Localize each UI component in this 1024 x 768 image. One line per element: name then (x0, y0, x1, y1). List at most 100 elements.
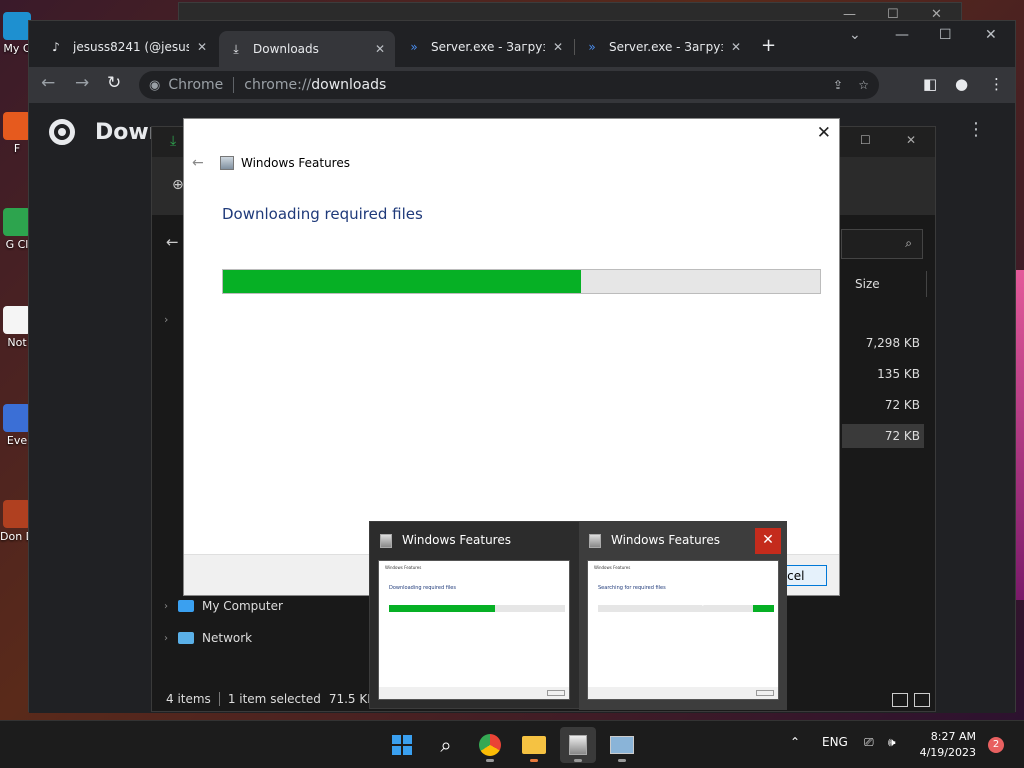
thumbnail-preview: Windows Features Searching for required … (587, 560, 779, 700)
downloads-menu-icon[interactable]: ⋮ (967, 119, 985, 140)
column-header-size[interactable]: Size (847, 271, 927, 297)
nav-label: Network (202, 631, 253, 645)
preview-progress-bar (389, 605, 565, 612)
windows-taskbar: ⌕ ⌃ ENG ⎚ 🕪 8:27 AM 4/19/2023 2 (0, 720, 1024, 768)
file-size-cell: 135 KB (877, 367, 920, 381)
details-view-icon[interactable] (892, 693, 908, 707)
minimize-icon[interactable]: — (895, 27, 909, 43)
thumbnail-close-button[interactable]: ✕ (755, 528, 781, 554)
close-icon[interactable]: ✕ (985, 27, 997, 43)
windows-logo-icon (392, 735, 412, 755)
nav-item-network[interactable]: › Network (164, 631, 252, 645)
search-button[interactable]: ⌕ (428, 727, 464, 763)
explorer-search-box[interactable]: ⌕ (841, 229, 923, 259)
app-shortcut-icon (3, 112, 31, 140)
chevron-right-icon[interactable]: › (164, 313, 168, 326)
folder-icon (522, 736, 546, 754)
maximize-icon[interactable]: ☐ (939, 27, 952, 43)
progress-fill (223, 270, 582, 293)
address-bar[interactable]: ◉ Chrome chrome:// downloads ⇪ ☆ (139, 71, 879, 99)
tab-close-icon[interactable]: ✕ (197, 40, 207, 54)
tab-close-icon[interactable]: ✕ (553, 40, 563, 54)
dialog-heading: Downloading required files (222, 205, 423, 223)
windows-features-icon (569, 735, 587, 755)
thumbnail-windows-features-2[interactable]: Windows Features ✕ Windows Features Sear… (579, 522, 787, 710)
downloads-header: Down (49, 119, 164, 145)
tab-search-icon[interactable]: ⌄ (849, 27, 861, 43)
search-icon: ⌕ (440, 733, 452, 757)
preview-progress-fill (389, 605, 495, 612)
tab-tiktok[interactable]: ♪ jesuss8241 (@jesuss8 ✕ (39, 33, 217, 61)
volume-icon[interactable]: 🕪 (888, 735, 896, 750)
language-indicator[interactable]: ENG (822, 735, 848, 749)
thumbnail-windows-features-1[interactable]: Windows Features Windows Features Downlo… (370, 522, 578, 710)
back-icon[interactable]: ← (41, 73, 55, 93)
url-path: downloads (311, 77, 387, 93)
taskbar-file-explorer[interactable] (516, 727, 552, 763)
tab-downloads[interactable]: ⤓ Downloads ✕ (219, 31, 395, 67)
back-arrow-icon[interactable]: ← (192, 155, 204, 171)
tab-label: Server.exe - Загрузит (609, 40, 723, 54)
tab-server-exe-2[interactable]: » Server.exe - Загрузит ✕ (575, 33, 751, 61)
site-label: Chrome (168, 77, 224, 93)
chevron-right-icon[interactable]: › (164, 633, 168, 644)
taskbar-windows-features[interactable] (560, 727, 596, 763)
preview-heading: Searching for required files (598, 585, 666, 591)
start-button[interactable] (384, 727, 420, 763)
browser-toolbar: ← → ↻ ◉ Chrome chrome:// downloads ⇪ ☆ ◧… (29, 67, 1015, 103)
share-icon[interactable]: ⇪ (833, 78, 843, 92)
network-icon (178, 632, 194, 644)
new-item-icon[interactable]: ⊕ (172, 177, 184, 193)
app-shortcut-icon (3, 404, 31, 432)
computer-icon (178, 600, 194, 612)
nav-label: My Computer (202, 599, 283, 613)
running-indicator (530, 759, 538, 762)
system-clock[interactable]: 8:27 AM 4/19/2023 (920, 729, 976, 761)
tab-close-icon[interactable]: ✕ (731, 40, 741, 54)
download-folder-icon: ⤓ (170, 133, 177, 149)
new-tab-button[interactable]: + (761, 35, 776, 56)
taskbar-resource-monitor[interactable] (604, 727, 640, 763)
clock-date: 4/19/2023 (919, 746, 976, 759)
file-size-cell-selected[interactable]: 72 KB (842, 424, 924, 448)
close-icon[interactable]: ✕ (906, 133, 916, 147)
preview-footer (379, 687, 569, 699)
menu-kebab-icon[interactable]: ⋮ (989, 75, 1004, 93)
thumbnail-title: Windows Features (402, 533, 511, 547)
url-scheme: chrome:// (244, 77, 312, 93)
status-divider (218, 692, 220, 706)
tab-label: jesuss8241 (@jesuss8 (73, 40, 189, 54)
back-icon[interactable]: ← (166, 233, 179, 251)
tiles-view-icon[interactable] (914, 693, 930, 707)
preview-cancel-button (756, 690, 774, 696)
side-panel-icon[interactable]: ◧ (923, 75, 937, 93)
notification-badge[interactable]: 2 (988, 737, 1004, 753)
tab-label: Server.exe - Загрузит (431, 40, 545, 54)
tab-server-exe-1[interactable]: » Server.exe - Загрузит ✕ (397, 33, 573, 61)
chrome-site-icon: ◉ (149, 77, 161, 93)
dialog-title: Windows Features (241, 156, 350, 170)
close-icon[interactable]: ✕ (817, 123, 831, 143)
running-indicator (486, 759, 494, 762)
maximize-icon[interactable]: ☐ (860, 133, 871, 147)
taskbar-chrome[interactable] (472, 727, 508, 763)
tiktok-icon: ♪ (52, 40, 60, 54)
reload-icon[interactable]: ↻ (107, 73, 121, 93)
app-shortcut-icon (3, 306, 31, 334)
file-size-cell: 72 KB (884, 398, 920, 412)
chrome-icon (479, 734, 501, 756)
chevron-logo-icon: » (588, 40, 596, 54)
bookmark-star-icon[interactable]: ☆ (858, 78, 869, 92)
tab-close-icon[interactable]: ✕ (375, 42, 385, 56)
chevron-right-icon[interactable]: › (164, 601, 168, 612)
forward-icon[interactable]: → (75, 73, 89, 93)
network-tray-icon[interactable]: ⎚ (864, 735, 874, 750)
app-shortcut-icon (3, 500, 31, 528)
nav-item-my-computer[interactable]: › My Computer (164, 599, 283, 613)
tray-chevron-up-icon[interactable]: ⌃ (790, 735, 800, 749)
profile-icon[interactable]: ● (955, 75, 968, 93)
app-shortcut-icon (3, 208, 31, 236)
preview-footer (588, 687, 778, 699)
search-icon: ⌕ (905, 236, 912, 250)
running-indicator (574, 759, 582, 762)
